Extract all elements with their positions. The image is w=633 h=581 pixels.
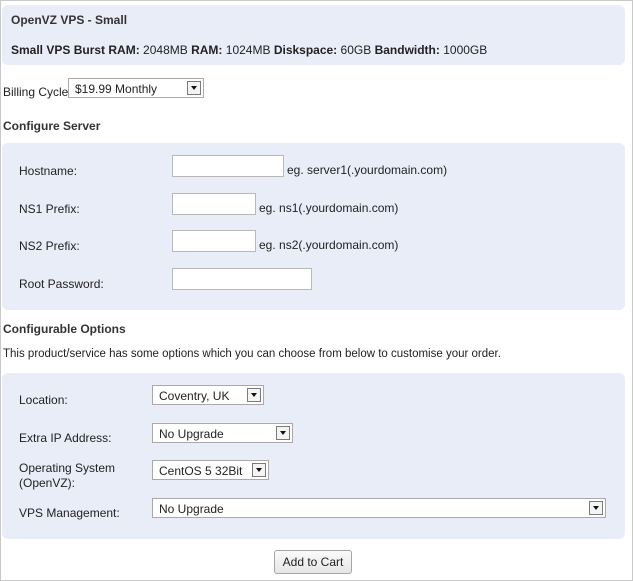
add-to-cart-button[interactable]: Add to Cart xyxy=(274,550,352,574)
spec-key: Diskspace: xyxy=(273,43,338,57)
spec-value: 1000GB xyxy=(443,43,488,57)
ns2-prefix-hint: eg. ns2(.yourdomain.com) xyxy=(259,238,399,252)
chevron-down-icon[interactable] xyxy=(276,426,290,440)
ns2-prefix-input[interactable] xyxy=(172,230,256,252)
chevron-down-icon[interactable] xyxy=(252,463,266,477)
vps-management-select[interactable]: No Upgrade xyxy=(152,498,606,518)
operating-system-select[interactable]: CentOS 5 32Bit xyxy=(152,460,269,480)
location-label: Location: xyxy=(19,393,68,407)
hostname-label: Hostname: xyxy=(19,164,78,178)
chevron-down-icon[interactable] xyxy=(187,81,201,95)
billing-cycle-value: $19.99 Monthly xyxy=(75,82,158,96)
location-value: Coventry, UK xyxy=(159,389,230,403)
chevron-down-icon[interactable] xyxy=(589,501,603,515)
extra-ip-select[interactable]: No Upgrade xyxy=(152,423,293,443)
extra-ip-label: Extra IP Address: xyxy=(19,431,112,445)
vps-management-value: No Upgrade xyxy=(159,502,224,516)
spec-value: 2048MB xyxy=(143,43,188,57)
ns1-prefix-input[interactable] xyxy=(172,193,256,215)
root-password-label: Root Password: xyxy=(19,277,104,291)
ns2-prefix-label: NS2 Prefix: xyxy=(19,239,80,253)
hostname-hint: eg. server1(.yourdomain.com) xyxy=(287,163,448,177)
location-select[interactable]: Coventry, UK xyxy=(152,385,264,405)
operating-system-label-line2: (OpenVZ): xyxy=(19,476,76,490)
chevron-down-icon[interactable] xyxy=(247,388,261,402)
operating-system-label: Operating System (OpenVZ): xyxy=(19,461,115,491)
ns1-prefix-hint: eg. ns1(.yourdomain.com) xyxy=(259,201,399,215)
ns1-prefix-label: NS1 Prefix: xyxy=(19,202,80,216)
spec-key: Bandwidth: xyxy=(374,43,440,57)
configurable-options-heading: Configurable Options xyxy=(3,322,126,336)
spec-key: Small VPS Burst RAM: xyxy=(11,43,140,57)
billing-cycle-select[interactable]: $19.99 Monthly xyxy=(68,78,204,98)
product-title: OpenVZ VPS - Small xyxy=(11,13,128,27)
spec-value: 60GB xyxy=(340,43,372,57)
hostname-input[interactable] xyxy=(172,155,284,177)
product-specs: Small VPS Burst RAM: 2048MB RAM: 1024MB … xyxy=(11,43,487,57)
operating-system-label-line1: Operating System xyxy=(19,461,116,475)
configurable-options-intro: This product/service has some options wh… xyxy=(3,348,501,360)
root-password-input[interactable] xyxy=(172,268,312,290)
spec-value: 1024MB xyxy=(225,43,271,57)
operating-system-value: CentOS 5 32Bit xyxy=(159,464,243,478)
spec-key: RAM: xyxy=(191,43,223,57)
billing-cycle-label: Billing Cycle: xyxy=(3,85,72,99)
vps-management-label: VPS Management: xyxy=(19,506,120,520)
extra-ip-value: No Upgrade xyxy=(159,427,224,441)
configure-server-heading: Configure Server xyxy=(3,119,101,133)
